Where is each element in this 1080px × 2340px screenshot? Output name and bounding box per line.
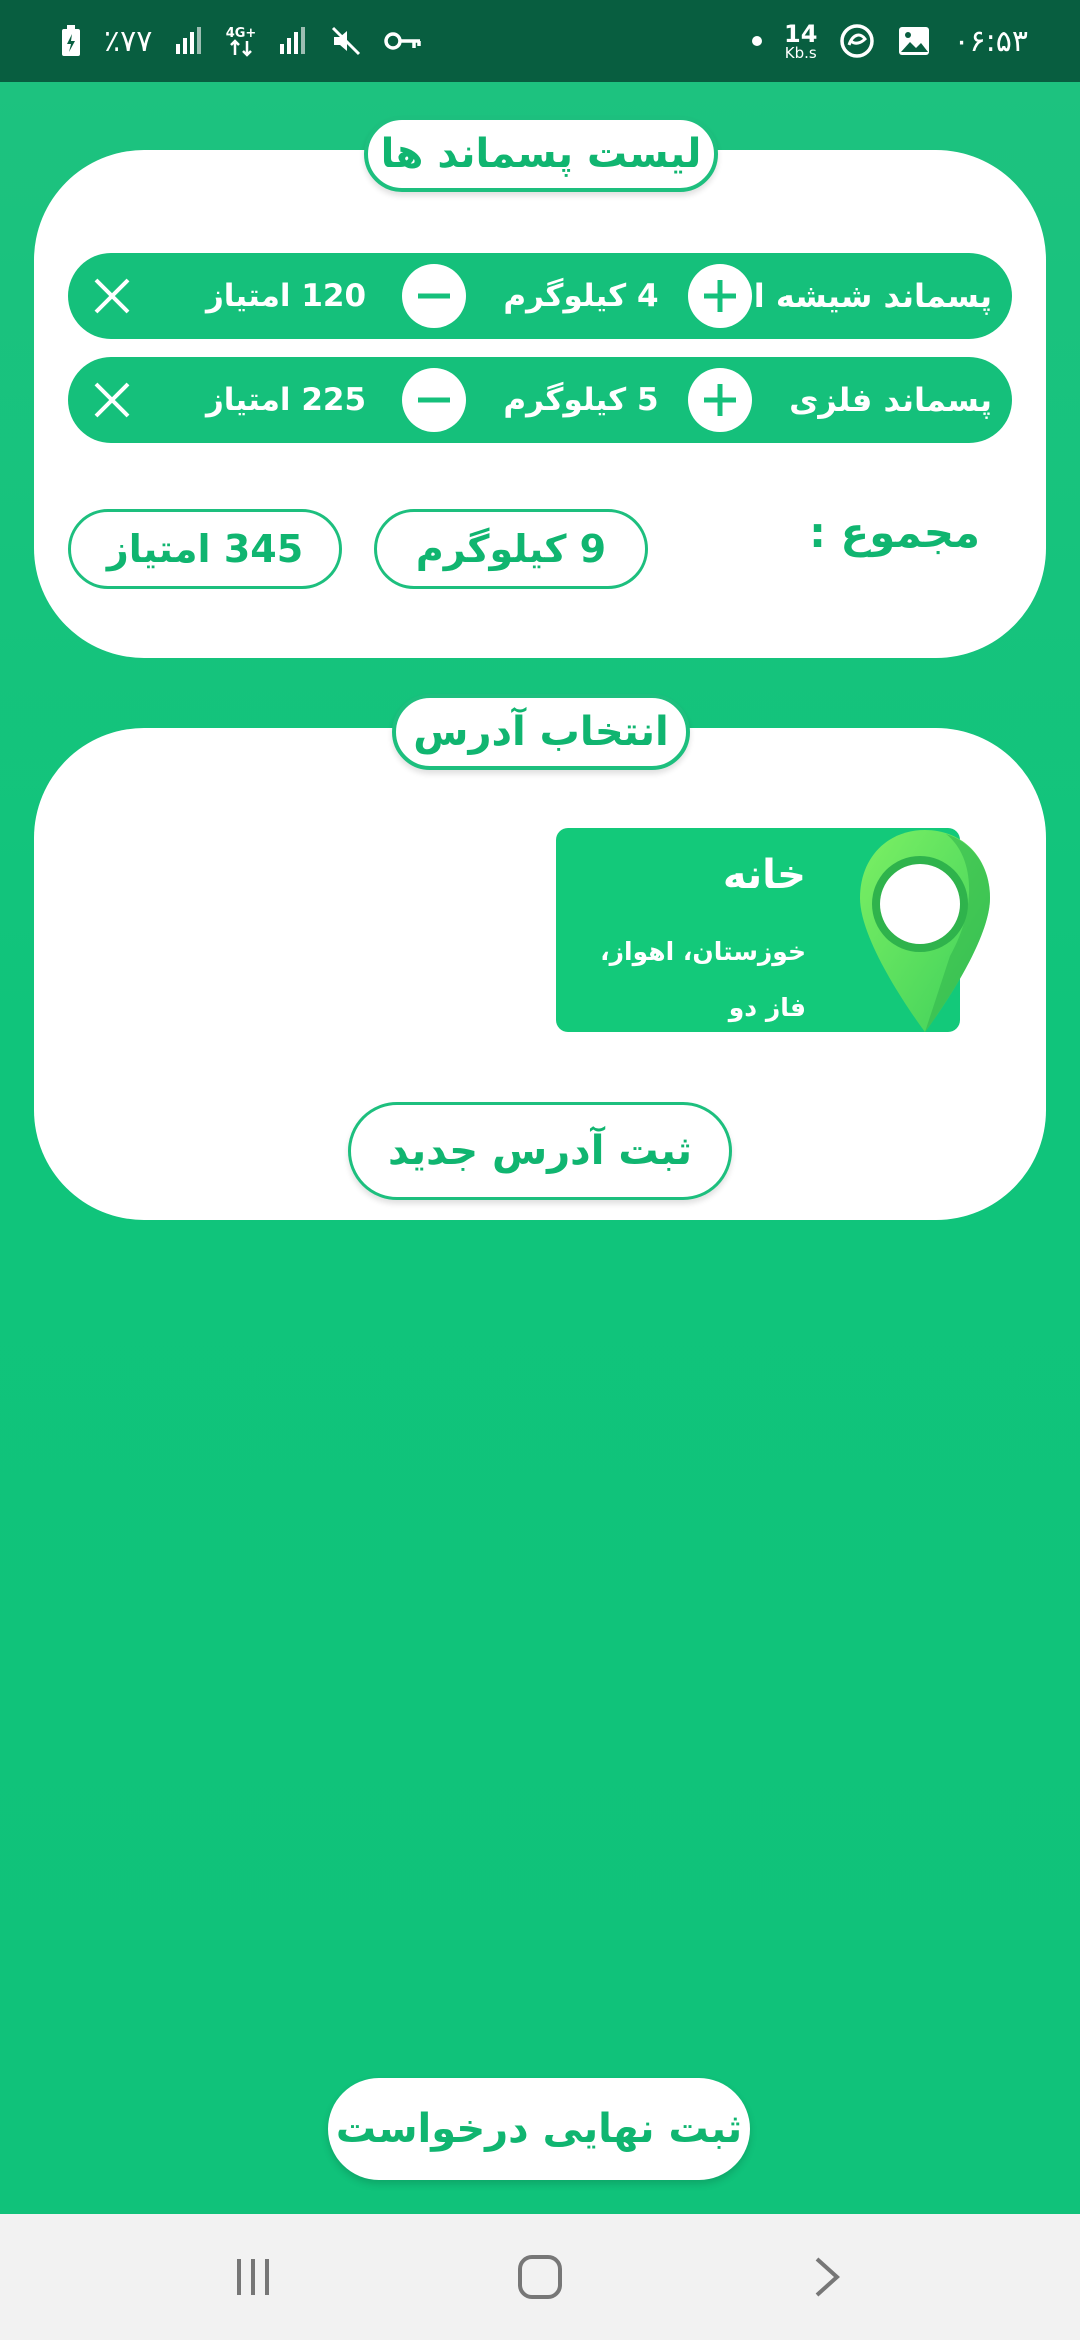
battery-percent: ٪۷۷ bbox=[104, 23, 153, 59]
plus-icon[interactable] bbox=[688, 264, 752, 328]
waste-name: پسماند فلزی bbox=[789, 381, 992, 419]
total-label: مجموع : bbox=[809, 508, 980, 557]
waste-points: 120 امتیاز bbox=[205, 278, 367, 314]
notification-dot bbox=[752, 36, 763, 46]
minus-icon[interactable] bbox=[402, 368, 466, 432]
close-icon[interactable] bbox=[90, 274, 134, 318]
location-pin-icon bbox=[860, 830, 990, 1032]
waste-row: پسماند شیشه ای 4 کیلوگرم 120 امتیاز bbox=[68, 253, 1012, 339]
signal-icon-2 bbox=[278, 26, 308, 56]
speed-unit: Kb.s bbox=[784, 43, 817, 62]
waste-name: پسماند شیشه ای bbox=[724, 277, 992, 315]
add-address-button[interactable]: ثبت آدرس جدید bbox=[348, 1102, 732, 1200]
speed-value: 14 bbox=[784, 19, 818, 48]
waste-points: 225 امتیاز bbox=[205, 382, 367, 418]
address-title: انتخاب آدرس bbox=[392, 694, 690, 770]
submit-request-button[interactable]: ثبت نهایی درخواست bbox=[328, 2078, 750, 2180]
total-points: 345 امتیاز bbox=[68, 509, 342, 589]
vpn-key-icon bbox=[384, 29, 422, 53]
network-speed: 14 Kb.s bbox=[784, 22, 817, 61]
recent-apps-icon[interactable] bbox=[213, 2237, 293, 2317]
status-bar: ٪۷۷ 4G+ 14 Kb.s ۰۶:۵۳ bbox=[0, 0, 1080, 82]
total-weight: 9 کیلوگرم bbox=[374, 509, 648, 589]
svg-text:4G+: 4G+ bbox=[226, 26, 256, 41]
address-item[interactable]: خانه خوزستان، اهواز، فاز دو پاداشهر، بلو… bbox=[556, 828, 990, 1134]
data-4g-icon: 4G+ bbox=[226, 23, 256, 59]
clock: ۰۶:۵۳ bbox=[953, 23, 1028, 59]
waste-list-title: لیست پسماند ها bbox=[364, 116, 718, 192]
back-icon[interactable] bbox=[787, 2237, 867, 2317]
system-nav-bar bbox=[0, 2214, 1080, 2340]
waste-row: پسماند فلزی 5 کیلوگرم 225 امتیاز bbox=[68, 357, 1012, 443]
close-icon[interactable] bbox=[90, 378, 134, 422]
signal-icon bbox=[174, 26, 204, 56]
home-icon[interactable] bbox=[500, 2237, 580, 2317]
app-notification-icon bbox=[839, 23, 875, 59]
address-line-1: خوزستان، اهواز، فاز دو bbox=[600, 937, 806, 1022]
waste-weight: 4 کیلوگرم bbox=[503, 278, 659, 314]
battery-icon bbox=[60, 25, 82, 57]
minus-icon[interactable] bbox=[402, 264, 466, 328]
gallery-icon bbox=[897, 25, 931, 57]
waste-weight: 5 کیلوگرم bbox=[503, 382, 659, 418]
plus-icon[interactable] bbox=[688, 368, 752, 432]
address-name: خانه bbox=[722, 852, 806, 898]
mute-icon bbox=[330, 25, 362, 57]
